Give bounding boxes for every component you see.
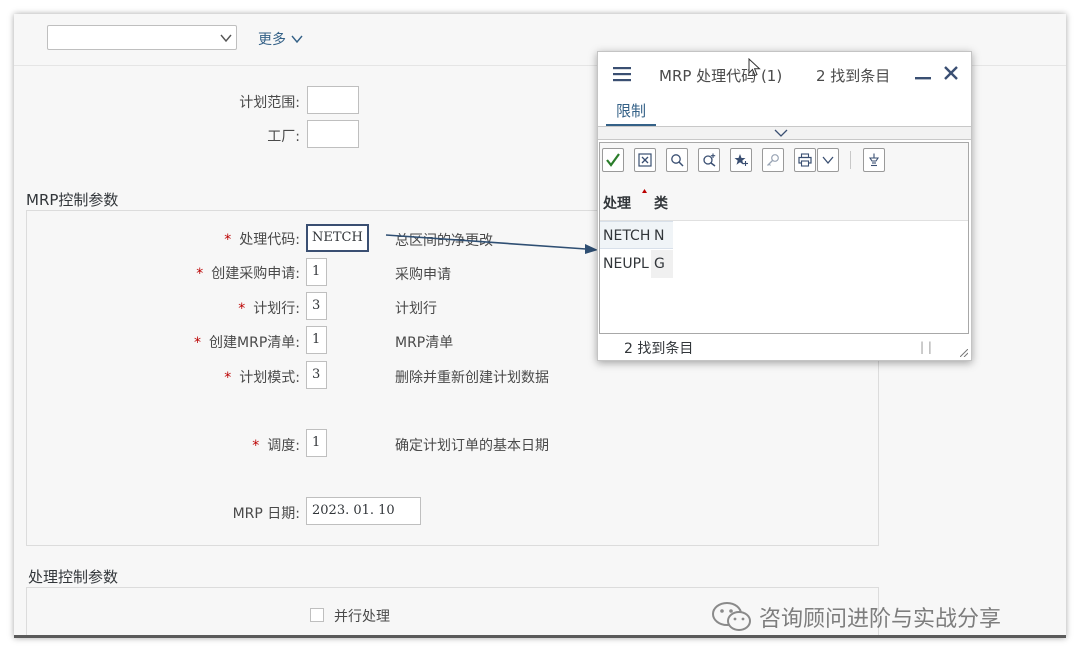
- more-link[interactable]: 更多: [258, 29, 304, 49]
- mrp-section-title: MRP控制参数: [26, 191, 119, 209]
- app-window: 更多 计划范围: 工厂: MRP控制参数 * 处理代码: NETCH 总区间的净更…: [14, 14, 1066, 638]
- cancel-box-icon: [638, 153, 652, 167]
- collapse-bar[interactable]: [598, 126, 971, 140]
- hamburger-menu-icon[interactable]: [612, 65, 632, 83]
- sort-ascending-icon: [642, 189, 647, 193]
- planning-mode-desc: 删除并重新创建计划数据: [395, 370, 549, 386]
- find-button[interactable]: [666, 148, 688, 172]
- more-label[interactable]: 更多: [258, 29, 286, 49]
- column-header-type[interactable]: 类: [651, 187, 673, 221]
- checkmark-icon: [606, 153, 620, 167]
- scheduling-input[interactable]: 1: [306, 429, 327, 457]
- column-header-type-label: 类: [654, 196, 668, 212]
- result-list: 处理 类 NETCH N NEUPL G: [599, 142, 969, 334]
- scheduling-label: 调度:: [267, 438, 300, 454]
- minimize-icon[interactable]: [914, 64, 932, 82]
- result-toolbar: [600, 143, 968, 187]
- processing-code-input[interactable]: NETCH: [306, 224, 369, 252]
- confirm-button[interactable]: [602, 148, 624, 172]
- processing-section-title: 处理控制参数: [28, 568, 119, 586]
- required-mark: *: [194, 335, 202, 351]
- cell-processing-code[interactable]: NEUPL: [600, 250, 651, 278]
- search-icon: [671, 154, 684, 167]
- mrp-date-input[interactable]: 2023. 01. 10: [306, 497, 421, 525]
- chevron-down-icon[interactable]: [219, 31, 233, 45]
- required-mark: *: [224, 232, 232, 248]
- cell-type[interactable]: N: [651, 221, 673, 249]
- mouse-cursor-icon: [748, 58, 761, 77]
- required-mark: *: [238, 301, 246, 317]
- favorites-button[interactable]: [730, 148, 752, 172]
- key-icon: [767, 154, 779, 166]
- wechat-logo-icon: [712, 602, 751, 631]
- plant-input[interactable]: [307, 120, 359, 148]
- planning-scope-input[interactable]: [307, 86, 359, 114]
- mrp-list-input[interactable]: 1: [306, 326, 327, 354]
- purchase-req-label: 创建采购申请:: [211, 266, 300, 282]
- processing-code-desc: 总区间的净更改: [395, 233, 493, 249]
- required-mark: *: [196, 266, 204, 282]
- find-next-button[interactable]: [698, 148, 720, 172]
- planning-scope-label: 计划范围:: [239, 95, 300, 111]
- sort-icon: [868, 153, 880, 167]
- mrp-date-label: MRP 日期:: [232, 506, 300, 522]
- print-menu-button[interactable]: [817, 148, 839, 172]
- search-plus-icon: [703, 153, 716, 167]
- required-mark: *: [224, 370, 232, 386]
- header-filler: [673, 187, 968, 221]
- value-help-dialog: MRP 处理代码 (1) 2 找到条目 限制 处理 类 NETCH N NEUP…: [597, 51, 972, 361]
- close-icon[interactable]: [942, 64, 960, 82]
- star-plus-icon: [734, 154, 748, 166]
- toolbar-separator: [850, 151, 851, 169]
- window-bottom-border: [14, 635, 1066, 638]
- sort-button[interactable]: [863, 148, 885, 172]
- chevron-down-icon: [774, 129, 788, 137]
- mrp-list-label: 创建MRP清单:: [209, 335, 300, 351]
- dialog-footer-count: 2 找到条目: [624, 341, 694, 357]
- schedule-lines-label: 计划行:: [253, 301, 300, 317]
- tab-restrictions[interactable]: 限制: [616, 100, 646, 121]
- schedule-lines-input[interactable]: 3: [306, 292, 327, 320]
- dialog-title: MRP 处理代码 (1): [659, 67, 783, 85]
- printer-icon: [798, 153, 812, 167]
- purchase-req-desc: 采购申请: [395, 267, 451, 283]
- print-button[interactable]: [794, 148, 816, 172]
- dialog-header: MRP 处理代码 (1) 2 找到条目: [598, 52, 971, 96]
- parallel-processing-checkbox[interactable]: [310, 608, 324, 622]
- required-mark: *: [252, 438, 260, 454]
- personalize-button[interactable]: [762, 148, 784, 172]
- processing-code-label: 处理代码:: [239, 232, 300, 248]
- parallel-processing-label: 并行处理: [334, 609, 390, 625]
- watermark-text: 咨询顾问进阶与实战分享: [759, 607, 1002, 632]
- cancel-button[interactable]: [634, 148, 656, 172]
- schedule-lines-desc: 计划行: [395, 301, 437, 317]
- chevron-down-icon: [822, 156, 834, 165]
- planning-mode-input[interactable]: 3: [306, 361, 327, 389]
- cell-processing-code[interactable]: NETCH: [600, 221, 651, 249]
- watermark: 咨询顾问进阶与实战分享: [711, 600, 1001, 634]
- chevron-down-icon: [291, 35, 303, 44]
- footer-separators: | |: [920, 340, 932, 354]
- planning-mode-label: 计划模式:: [239, 370, 300, 386]
- plant-label: 工厂:: [267, 129, 300, 145]
- variant-select[interactable]: [47, 25, 237, 50]
- scheduling-desc: 确定计划订单的基本日期: [395, 438, 549, 454]
- cell-type[interactable]: G: [651, 250, 673, 278]
- dialog-count: 2 找到条目: [816, 67, 891, 85]
- resize-grip-icon[interactable]: [960, 349, 968, 357]
- mrp-list-desc: MRP清单: [395, 335, 454, 351]
- purchase-req-input[interactable]: 1: [306, 258, 327, 286]
- column-header-processing-label: 处理: [603, 196, 631, 212]
